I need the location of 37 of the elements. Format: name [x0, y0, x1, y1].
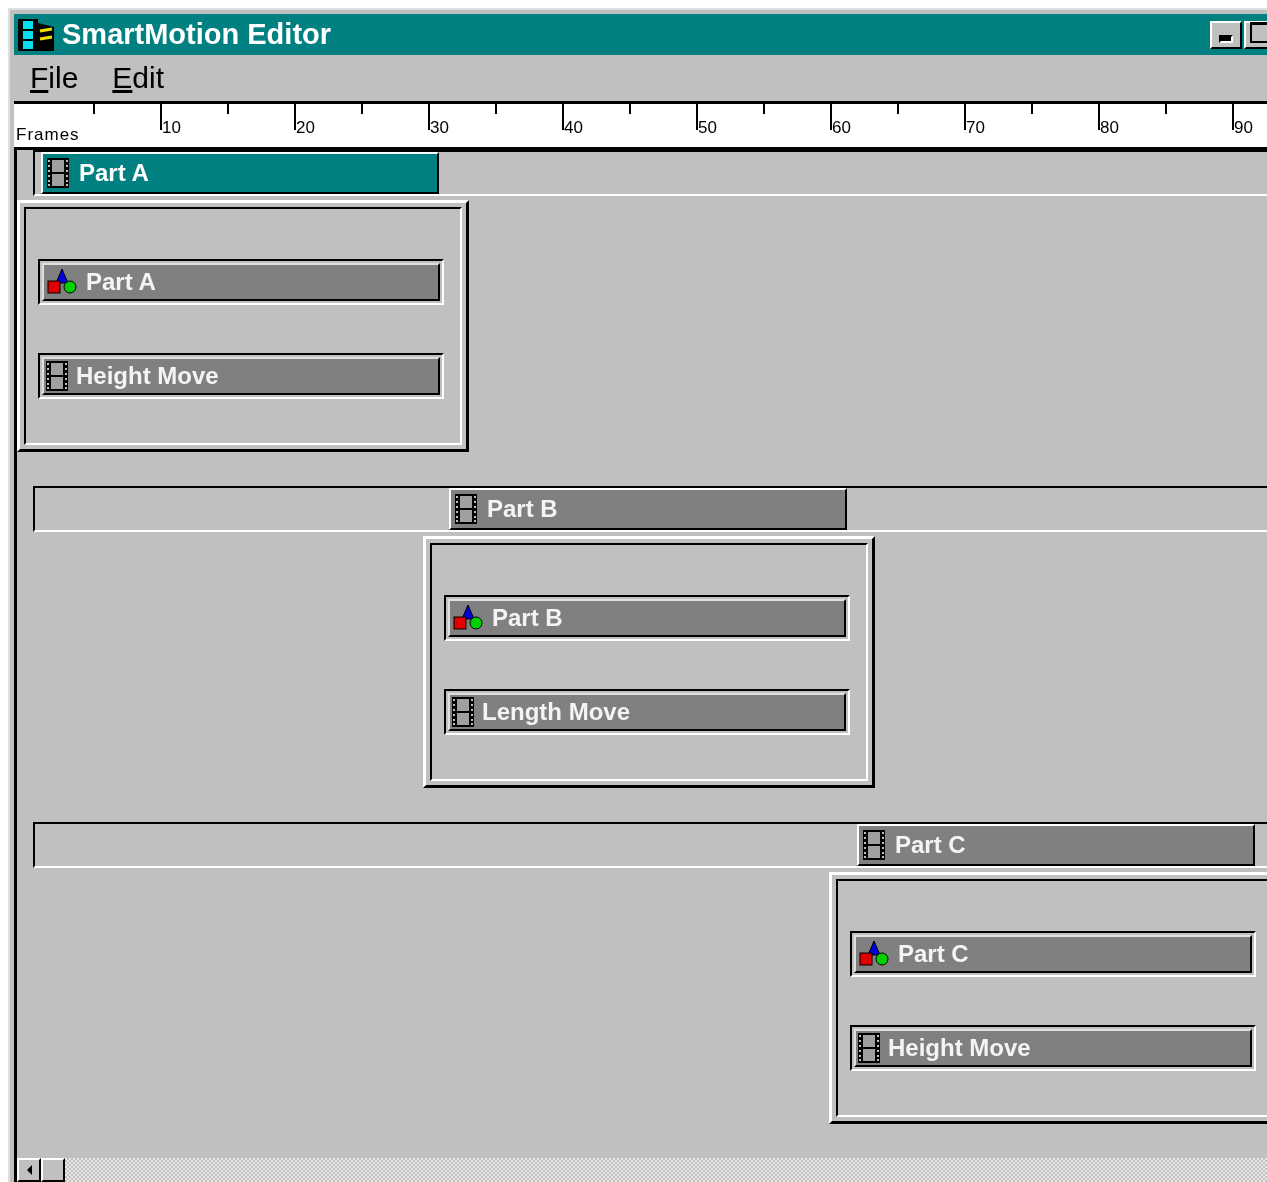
film-strip-icon: [452, 697, 474, 727]
film-strip-icon: [46, 361, 68, 391]
film-strip-icon: [455, 494, 477, 524]
object-bar[interactable]: Part A: [42, 263, 440, 301]
motion-bar[interactable]: Height Move: [42, 357, 440, 395]
tick-label: 20: [296, 117, 315, 138]
tick-label: 90: [1234, 117, 1253, 138]
scroll-left-button[interactable]: [17, 1158, 41, 1182]
film-strip-icon: [858, 1033, 880, 1063]
clip-header[interactable]: Part A: [41, 152, 439, 194]
tick-label: 50: [698, 117, 717, 138]
tick-label: 60: [832, 117, 851, 138]
shapes-icon: [858, 939, 890, 969]
clip-header[interactable]: Part C: [857, 824, 1255, 866]
film-strip-icon: [47, 158, 69, 188]
maximize-button[interactable]: [1244, 20, 1267, 49]
tick-label: 80: [1100, 117, 1119, 138]
clip-header[interactable]: Part B: [449, 488, 847, 530]
menu-item[interactable]: File: [30, 61, 79, 95]
motion-bar[interactable]: Length Move: [448, 693, 846, 731]
motion-bar[interactable]: Height Move: [854, 1029, 1252, 1067]
tick-label: 10: [162, 117, 181, 138]
window-title: SmartMotion Editor: [62, 18, 332, 52]
shapes-icon: [46, 267, 78, 297]
object-bar[interactable]: Part C: [854, 935, 1252, 973]
film-strip-icon: [863, 830, 885, 860]
tick-label: 40: [564, 117, 583, 138]
shapes-icon: [452, 603, 484, 633]
minimize-button[interactable]: [1210, 20, 1242, 49]
object-bar[interactable]: Part B: [448, 599, 846, 637]
horizontal-scrollbar[interactable]: [17, 1158, 1267, 1182]
film-clapper-icon: [16, 16, 56, 53]
ruler-label: Frames: [16, 125, 80, 145]
scroll-thumb[interactable]: [41, 1158, 65, 1182]
tick-label: 30: [430, 117, 449, 138]
menu-item[interactable]: Edit: [112, 61, 165, 95]
tick-label: 70: [966, 117, 985, 138]
